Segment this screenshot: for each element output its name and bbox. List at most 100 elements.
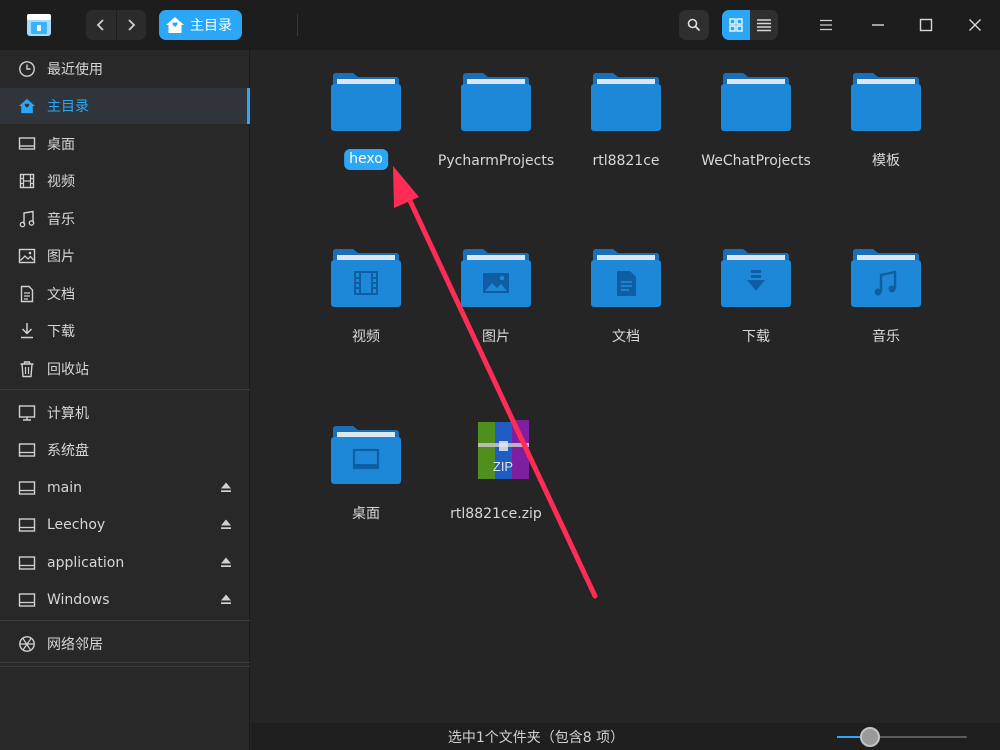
- sidebar-divider: [0, 662, 250, 663]
- sidebar-item-videos[interactable]: 视频: [0, 163, 250, 199]
- sidebar-item-label: 下载: [47, 324, 75, 340]
- maximize-icon: [919, 18, 933, 32]
- disk-icon: [18, 591, 36, 609]
- menu-button[interactable]: [811, 10, 841, 40]
- eject-icon[interactable]: [220, 481, 232, 493]
- file-name-selected: hexo: [344, 149, 388, 170]
- file-name: 桌面: [352, 506, 380, 522]
- file-item-hexo[interactable]: hexo: [301, 50, 431, 200]
- file-item-rtl8821ce-zip[interactable]: ZIP rtl8821ce.zip: [431, 403, 561, 553]
- eject-icon[interactable]: [220, 518, 232, 530]
- sidebar-item-label: Leechoy: [47, 517, 106, 533]
- sidebar-item-home[interactable]: 主目录: [0, 88, 250, 124]
- file-name: 音乐: [872, 329, 900, 345]
- file-item-downloads[interactable]: 下载: [691, 226, 821, 376]
- disk-icon: [18, 554, 36, 572]
- search-icon: [687, 18, 701, 32]
- desktop-icon: [18, 135, 36, 153]
- zoom-slider-thumb[interactable]: [859, 727, 880, 747]
- list-view-button[interactable]: [750, 10, 778, 40]
- minimize-button[interactable]: [863, 10, 893, 40]
- sidebar-item-computer[interactable]: 计算机: [0, 395, 250, 431]
- sidebar-item-leechoy[interactable]: Leechoy: [0, 507, 250, 543]
- file-name: 视频: [352, 329, 380, 345]
- sidebar-item-documents[interactable]: 文档: [0, 276, 250, 312]
- sidebar-item-trash[interactable]: 回收站: [0, 351, 250, 387]
- file-item-rtl8821ce[interactable]: rtl8821ce: [561, 50, 691, 200]
- sidebar-item-label: 计算机: [47, 406, 89, 422]
- list-view-icon: [757, 19, 771, 32]
- zoom-slider[interactable]: [837, 727, 967, 747]
- grid-view-icon: [729, 18, 743, 32]
- close-icon: [969, 19, 981, 31]
- back-button[interactable]: [86, 10, 116, 40]
- file-manager-logo-icon: [27, 14, 51, 36]
- image-icon: [483, 273, 509, 293]
- grid-view-button[interactable]: [722, 10, 750, 40]
- sidebar-item-system-disk[interactable]: 系统盘: [0, 432, 250, 468]
- network-icon: [18, 635, 36, 653]
- sidebar-item-network[interactable]: 网络邻居: [0, 626, 250, 662]
- downloads-folder-icon: [721, 249, 791, 307]
- file-item-templates[interactable]: 模板: [821, 50, 951, 200]
- search-button[interactable]: [679, 10, 709, 40]
- download-icon: [18, 322, 36, 340]
- sidebar-item-music[interactable]: 音乐: [0, 201, 250, 237]
- sidebar-item-label: 主目录: [47, 99, 89, 115]
- status-bar: 选中1个文件夹（包含8 项）: [251, 723, 1000, 750]
- trash-icon: [18, 360, 36, 378]
- file-item-music[interactable]: 音乐: [821, 226, 951, 376]
- file-item-wechatprojects[interactable]: WeChatProjects: [691, 50, 821, 200]
- sidebar-item-label: 系统盘: [47, 443, 89, 459]
- sidebar-item-recent[interactable]: 最近使用: [0, 51, 250, 87]
- sidebar-divider: [0, 389, 250, 390]
- file-item-documents[interactable]: 文档: [561, 226, 691, 376]
- sidebar-item-application[interactable]: application: [0, 545, 250, 581]
- file-grid: hexo PycharmProjects rtl8821ce WeChatPro…: [251, 50, 1000, 723]
- minimize-icon: [872, 24, 884, 26]
- pictures-folder-icon: [461, 249, 531, 307]
- maximize-button[interactable]: [911, 10, 941, 40]
- sidebar-item-desktop[interactable]: 桌面: [0, 126, 250, 162]
- computer-icon: [18, 404, 36, 422]
- file-name: 模板: [872, 153, 900, 169]
- eject-icon[interactable]: [220, 593, 232, 605]
- breadcrumb-home[interactable]: 主目录: [159, 10, 242, 40]
- close-button[interactable]: [960, 10, 990, 40]
- file-name: 文档: [612, 329, 640, 345]
- sidebar-item-pictures[interactable]: 图片: [0, 238, 250, 274]
- chevron-left-icon: [96, 19, 104, 31]
- sidebar: 最近使用 主目录 桌面 视频 音乐 图片 文档 下载 回收站 计算机 系统盘 m…: [0, 50, 250, 750]
- sidebar-item-main[interactable]: main: [0, 470, 250, 506]
- menu-icon: [820, 19, 832, 31]
- title-divider: [297, 14, 298, 36]
- music-icon: [18, 210, 36, 228]
- forward-button[interactable]: [117, 10, 147, 40]
- sidebar-item-downloads[interactable]: 下载: [0, 313, 250, 349]
- zip-badge-text: ZIP: [493, 459, 513, 474]
- file-name: rtl8821ce: [592, 153, 660, 169]
- video-folder-icon: [331, 249, 401, 307]
- disk-icon: [18, 441, 36, 459]
- image-icon: [18, 247, 36, 265]
- chevron-right-icon: [128, 19, 136, 31]
- file-item-pycharmprojects[interactable]: PycharmProjects: [431, 50, 561, 200]
- file-item-videos[interactable]: 视频: [301, 226, 431, 376]
- file-name: WeChatProjects: [701, 153, 811, 169]
- view-mode-toggle: [722, 10, 778, 40]
- disk-icon: [18, 516, 36, 534]
- folder-icon: [331, 73, 401, 131]
- breadcrumb-label: 主目录: [190, 18, 232, 34]
- folder-icon: [591, 73, 661, 131]
- eject-icon[interactable]: [220, 556, 232, 568]
- file-name: 下载: [742, 329, 770, 345]
- sidebar-item-label: 图片: [47, 249, 75, 265]
- sidebar-item-label: main: [47, 480, 82, 496]
- folder-icon: [461, 73, 531, 131]
- sidebar-item-windows[interactable]: Windows: [0, 582, 250, 618]
- titlebar: 主目录: [0, 0, 1000, 50]
- sidebar-item-label: Windows: [47, 592, 110, 608]
- home-icon: [166, 17, 184, 33]
- file-item-desktop[interactable]: 桌面: [301, 403, 431, 553]
- file-item-pictures[interactable]: 图片: [431, 226, 561, 376]
